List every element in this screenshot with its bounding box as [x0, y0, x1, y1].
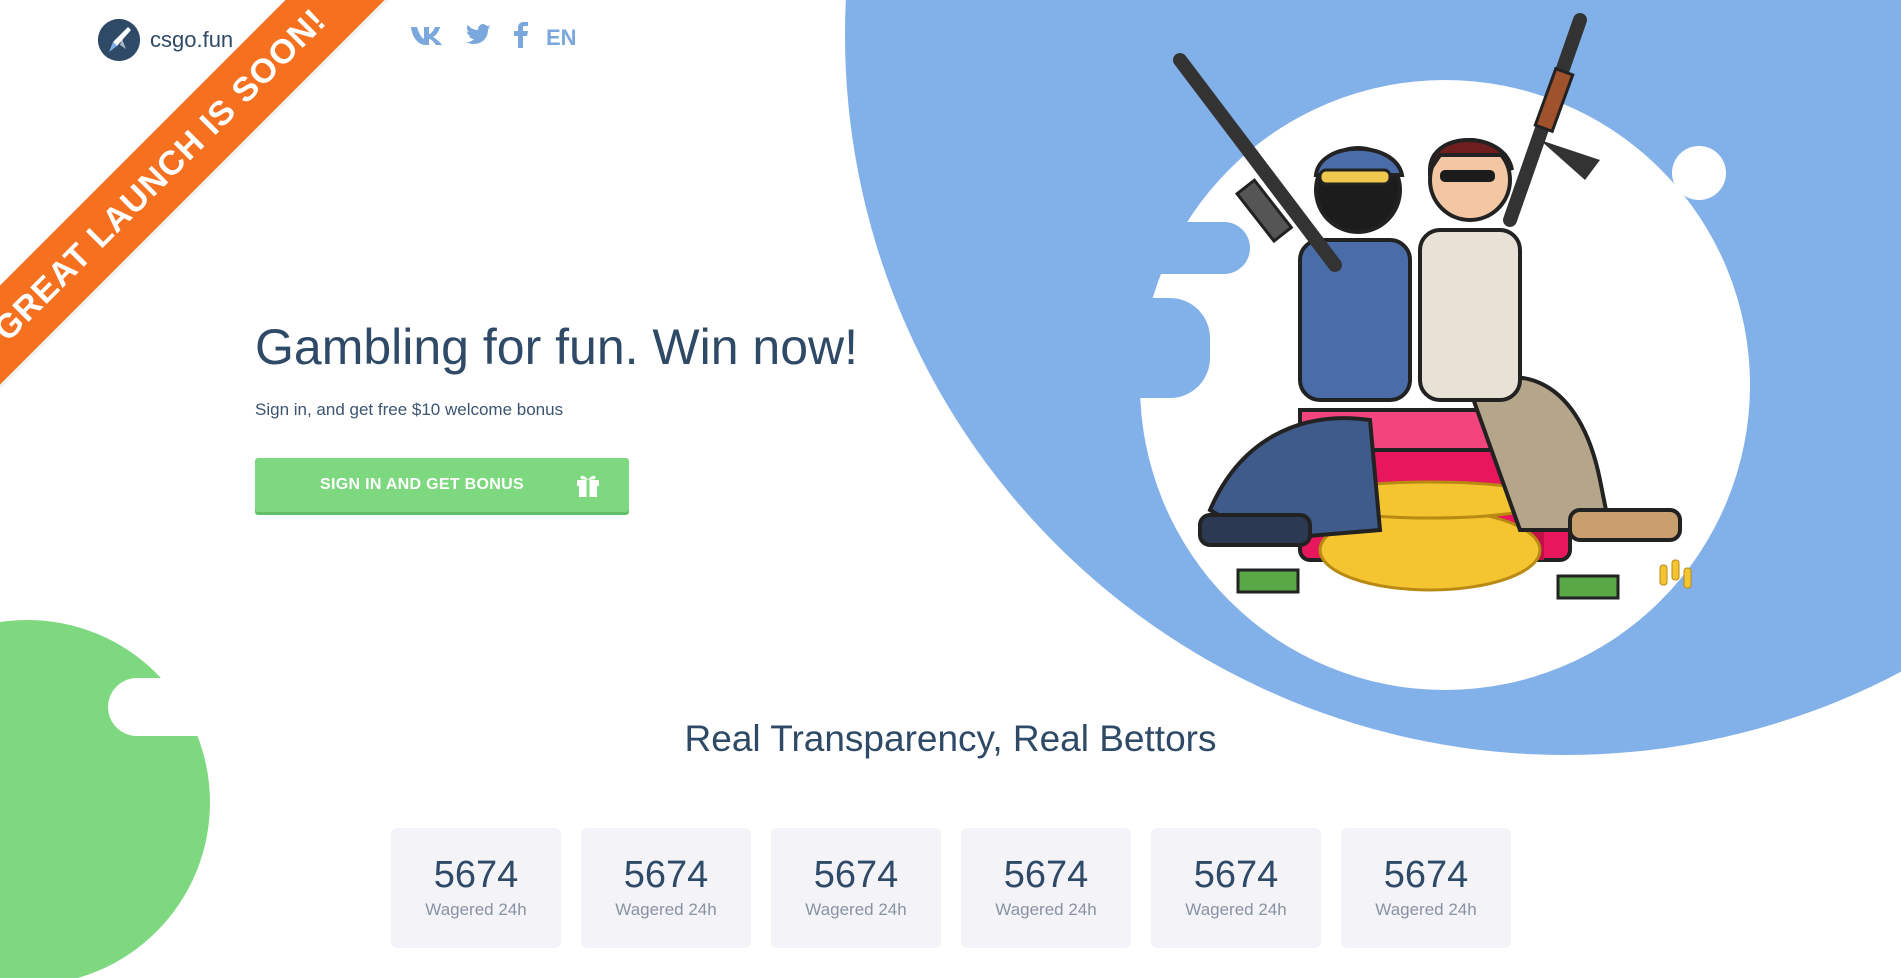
brand-name[interactable]: csgo.fun: [150, 27, 233, 53]
stat-label: Wagered 24h: [1185, 900, 1287, 919]
stat-value: 5674: [1383, 854, 1469, 896]
stat-value: 5674: [1193, 854, 1279, 896]
green-background-circle: [0, 620, 210, 978]
stat-card: 5674 Wagered 24h: [391, 828, 561, 948]
stat-card: 5674 Wagered 24h: [1341, 828, 1511, 948]
rocket-icon[interactable]: [98, 19, 140, 61]
stats-section-title: Real Transparency, Real Bettors: [684, 718, 1217, 759]
vk-icon[interactable]: [410, 24, 444, 51]
stat-card: 5674 Wagered 24h: [771, 828, 941, 948]
hero-subtitle: Sign in, and get free $10 welcome bonus: [255, 400, 564, 419]
stat-label: Wagered 24h: [615, 900, 717, 919]
facebook-icon[interactable]: [514, 22, 528, 53]
header: csgo.fun: [98, 16, 233, 64]
stat-card: 5674 Wagered 24h: [581, 828, 751, 948]
stat-value: 5674: [813, 854, 899, 896]
stat-value: 5674: [623, 854, 709, 896]
landing-page: GREAT LAUNCH IS SOON! csgo.fun EN Gambli…: [0, 0, 1901, 978]
stat-label: Wagered 24h: [425, 900, 527, 919]
stat-value: 5674: [433, 854, 519, 896]
soldiers-treasure-illustration: [1173, 13, 1692, 600]
stat-card: 5674 Wagered 24h: [1151, 828, 1321, 948]
sign-in-bonus-button[interactable]: SIGN IN AND GET BONUS: [255, 458, 629, 512]
hero-title: Gambling for fun. Win now!: [255, 319, 859, 375]
stats-list: 5674 Wagered 24h 5674 Wagered 24h 5674 W…: [391, 828, 1511, 948]
social-links: EN: [410, 22, 577, 53]
twitter-icon[interactable]: [466, 24, 492, 51]
gift-icon: [575, 472, 601, 503]
language-selector[interactable]: EN: [546, 25, 577, 51]
stat-label: Wagered 24h: [995, 900, 1097, 919]
stat-label: Wagered 24h: [805, 900, 907, 919]
stat-card: 5674 Wagered 24h: [961, 828, 1131, 948]
stat-label: Wagered 24h: [1375, 900, 1477, 919]
sign-in-bonus-button-label: SIGN IN AND GET BONUS: [320, 476, 524, 493]
stat-value: 5674: [1003, 854, 1089, 896]
